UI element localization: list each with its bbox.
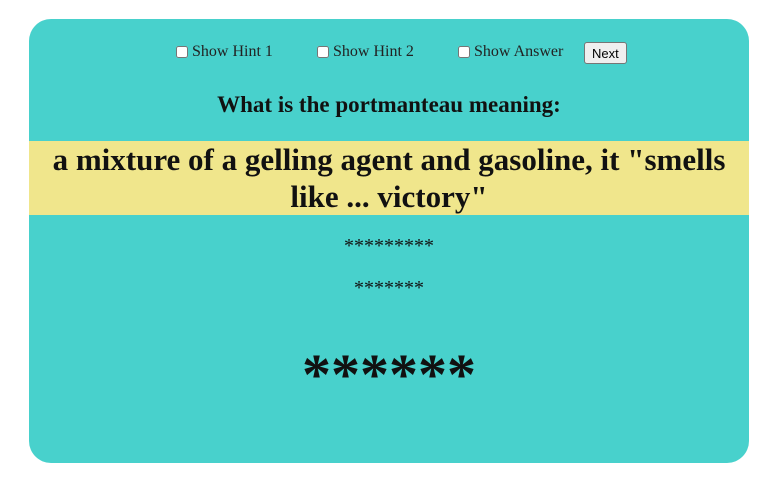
meaning-banner: a mixture of a gelling agent and gasolin… [29, 141, 749, 215]
question-prompt: What is the portmanteau meaning: [217, 92, 561, 117]
hint-2-masked: ******* [354, 277, 424, 299]
show-hint-2-label: Show Hint 2 [333, 43, 414, 60]
show-hint-1-checkbox[interactable] [176, 46, 188, 58]
show-hint-2-checkbox[interactable] [317, 46, 329, 58]
show-answer-label: Show Answer [474, 43, 564, 60]
next-button[interactable]: Next [584, 42, 627, 64]
show-answer-checkbox[interactable] [458, 46, 470, 58]
hint-1-masked: ********* [344, 235, 434, 257]
show-hint-2-option[interactable]: Show Hint 2 [317, 41, 414, 63]
answer-masked: ****** [302, 342, 476, 407]
show-answer-option[interactable]: Show Answer [458, 41, 563, 63]
controls-bar: Show Hint 1 Show Hint 2 Show Answer Next [29, 41, 749, 65]
show-hint-1-label: Show Hint 1 [192, 43, 273, 60]
show-hint-1-option[interactable]: Show Hint 1 [176, 41, 273, 63]
quiz-card: Show Hint 1 Show Hint 2 Show Answer Next… [29, 19, 749, 463]
meaning-text: a mixture of a gelling agent and gasolin… [52, 142, 726, 214]
